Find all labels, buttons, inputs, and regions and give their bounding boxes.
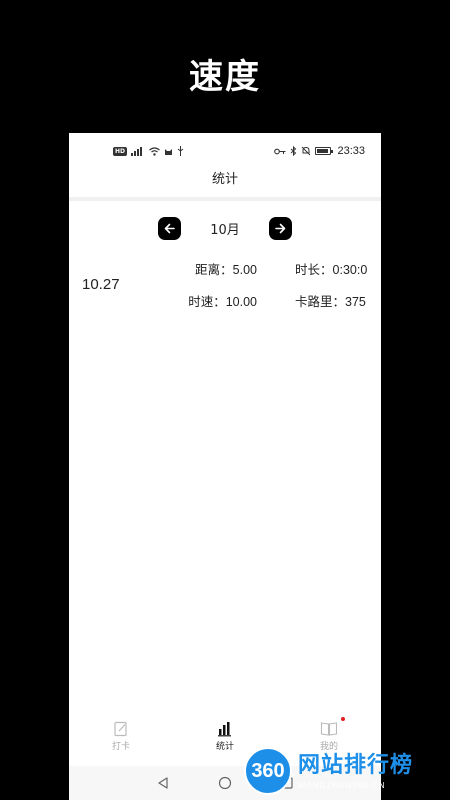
record-fields: 距离：5.00 时长：0:30:0 时速：10.00 卡路里：375 bbox=[141, 259, 381, 310]
header-divider bbox=[69, 197, 381, 201]
current-month: 10月 bbox=[210, 222, 240, 238]
phone-screen: HD 23:33 统计 10月 10.27 距离：5.00 时长：0:30:0 … bbox=[69, 133, 381, 800]
status-right: 23:33 bbox=[274, 145, 365, 157]
battery-icon bbox=[315, 147, 334, 155]
next-month-button[interactable] bbox=[269, 216, 292, 240]
watermark-text: 网站排行榜 WANGZHAN360.CN bbox=[298, 753, 413, 790]
duration-value: 0:30:0 bbox=[332, 262, 368, 277]
distance-value: 5.00 bbox=[232, 262, 257, 277]
tab-statistics-label: 统计 bbox=[215, 741, 234, 752]
calories-label: 卡路里： bbox=[295, 293, 346, 309]
record-date: 10.27 bbox=[82, 275, 120, 293]
home-circle-icon[interactable] bbox=[218, 776, 232, 790]
duration-label: 时长： bbox=[295, 261, 333, 277]
notification-dot bbox=[341, 716, 345, 721]
status-left: HD bbox=[113, 146, 184, 156]
speed-field: 时速：10.00 bbox=[141, 291, 257, 310]
usb-icon bbox=[177, 146, 184, 156]
cat-icon bbox=[165, 148, 173, 155]
distance-label: 距离： bbox=[195, 261, 233, 277]
signal-icon bbox=[131, 146, 143, 156]
back-triangle-icon[interactable] bbox=[156, 776, 170, 790]
status-time: 23:33 bbox=[337, 145, 365, 157]
bluetooth-icon bbox=[291, 146, 297, 156]
watermark-cn: 网站排行榜 bbox=[298, 752, 414, 778]
promo-title: 速度 bbox=[189, 57, 261, 97]
month-navigator: 10月 bbox=[69, 208, 381, 248]
edit-note-icon bbox=[114, 721, 127, 736]
calories-field: 卡路里：375 bbox=[257, 291, 381, 310]
book-icon bbox=[320, 721, 338, 736]
distance-field: 距离：5.00 bbox=[141, 259, 257, 278]
bar-chart-icon bbox=[218, 721, 231, 736]
mute-bell-icon bbox=[302, 146, 311, 156]
arrow-right-icon bbox=[275, 223, 286, 233]
arrow-left-icon bbox=[164, 223, 175, 233]
status-bar: HD 23:33 bbox=[69, 133, 381, 169]
page-title: 统计 bbox=[211, 172, 238, 187]
duration-field: 时长：0:30:0 bbox=[257, 259, 381, 278]
record-row[interactable]: 10.27 距离：5.00 时长：0:30:0 时速：10.00 卡路里：375 bbox=[69, 252, 381, 316]
speed-label: 时速： bbox=[188, 293, 226, 309]
site-watermark: 360 网站排行榜 WANGZHAN360.CN bbox=[244, 742, 450, 800]
tab-checkin-label: 打卡 bbox=[111, 741, 130, 752]
watermark-logo: 360 bbox=[244, 747, 292, 795]
calories-value: 375 bbox=[345, 294, 366, 309]
watermark-en: WANGZHAN360.CN bbox=[298, 780, 386, 790]
hd-badge: HD bbox=[113, 146, 128, 156]
speed-value: 10.00 bbox=[225, 294, 257, 309]
key-icon bbox=[274, 148, 286, 154]
wifi-icon bbox=[149, 146, 160, 156]
tab-checkin[interactable]: 打卡 bbox=[81, 721, 161, 752]
prev-month-button[interactable] bbox=[158, 216, 181, 240]
